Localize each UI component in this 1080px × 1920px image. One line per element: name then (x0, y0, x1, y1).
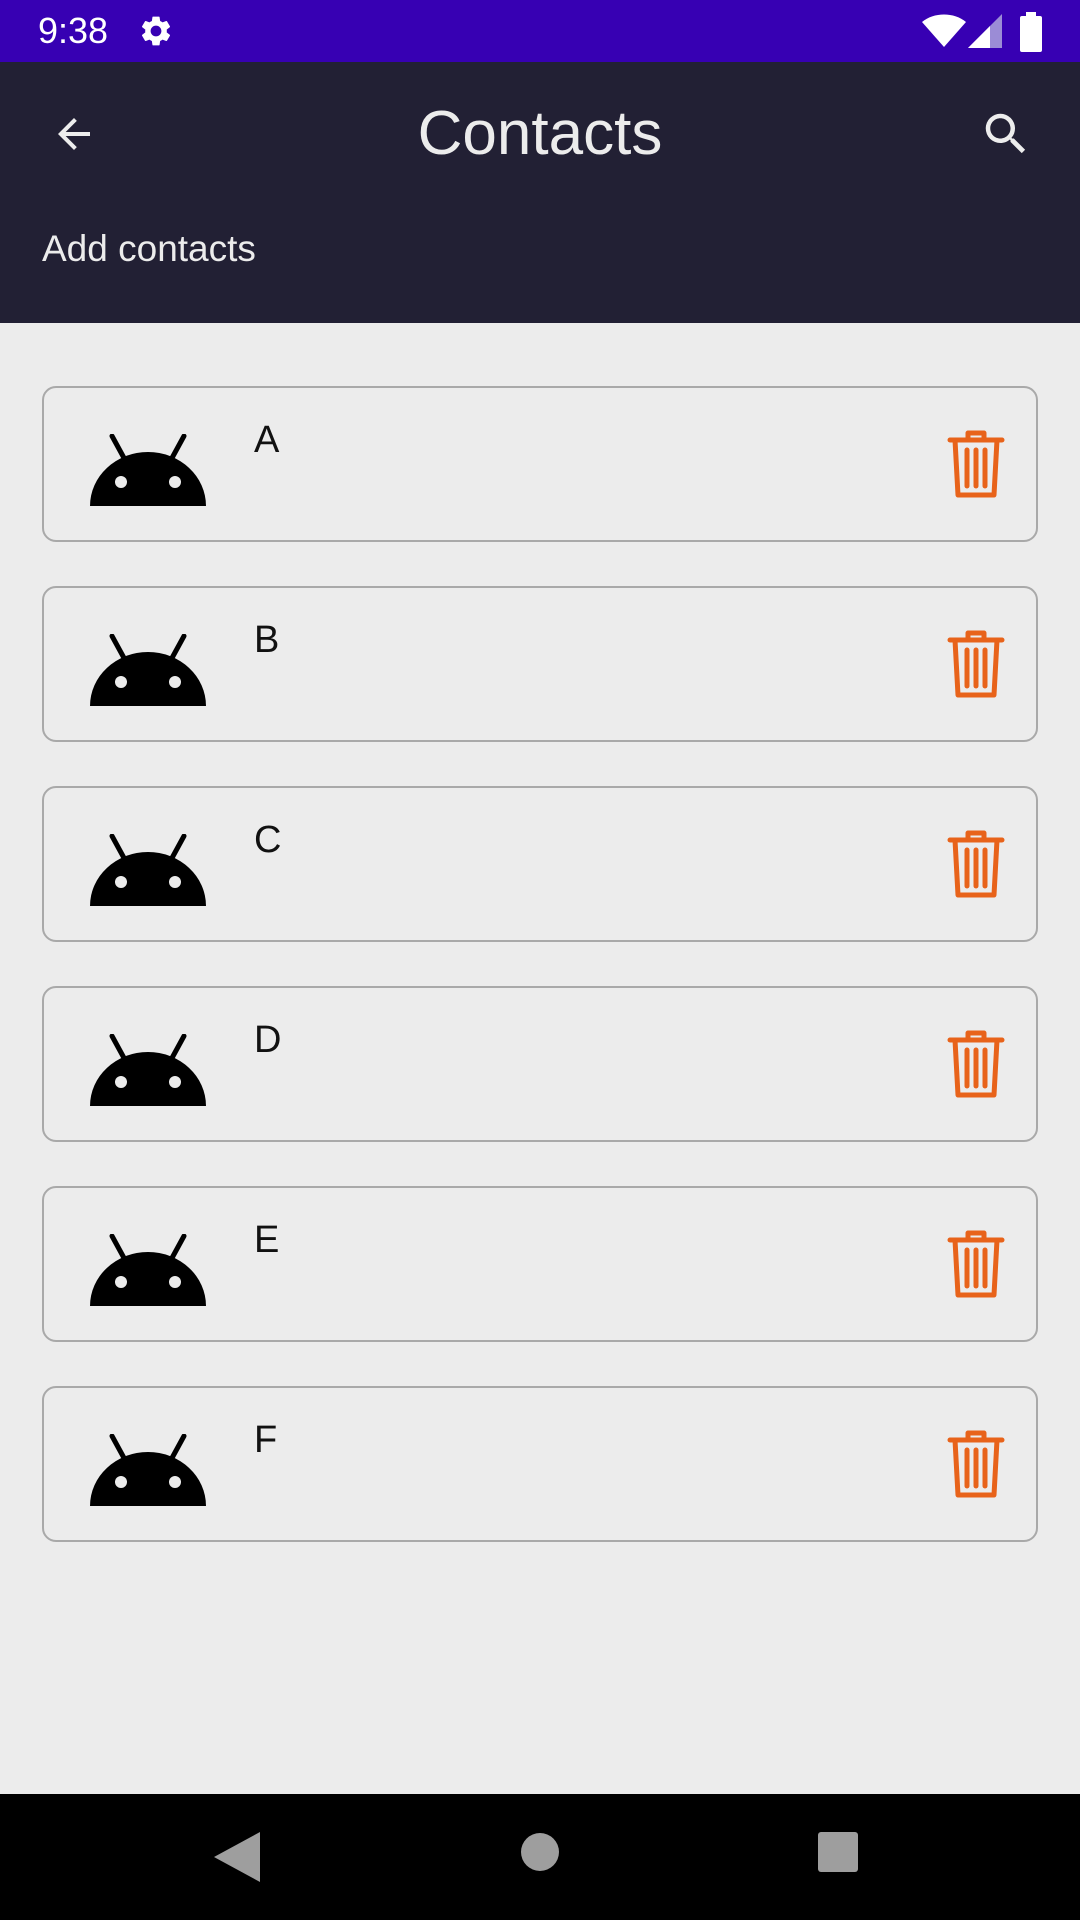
navigation-bar (0, 1794, 1080, 1920)
android-icon (90, 1234, 206, 1306)
delete-button[interactable] (944, 828, 1008, 900)
app-bar: Contacts Add contacts (0, 62, 1080, 323)
contact-card[interactable]: C (42, 786, 1038, 942)
contact-name: A (254, 419, 280, 461)
wifi-icon (922, 14, 966, 47)
contact-card[interactable]: D (42, 986, 1038, 1142)
delete-button[interactable] (944, 628, 1008, 700)
status-bar: 9:38 (0, 0, 1080, 62)
contact-name: C (254, 819, 282, 861)
nav-recents-icon[interactable] (818, 1832, 858, 1872)
search-button[interactable] (970, 98, 1042, 170)
delete-button[interactable] (944, 1228, 1008, 1300)
add-contacts-label: Add contacts (42, 228, 256, 269)
trash-icon (947, 1230, 1005, 1298)
trash-icon (947, 430, 1005, 498)
trash-icon (947, 630, 1005, 698)
nav-home-icon[interactable] (520, 1832, 560, 1872)
contact-name: E (254, 1219, 280, 1261)
android-icon (90, 834, 206, 906)
contact-list: A B C D E F (42, 386, 1038, 1586)
delete-button[interactable] (944, 428, 1008, 500)
page-title: Contacts (417, 99, 663, 168)
search-icon (985, 113, 1026, 154)
nav-back-icon[interactable] (214, 1832, 260, 1882)
delete-button[interactable] (944, 1028, 1008, 1100)
contact-card[interactable]: B (42, 586, 1038, 742)
contact-card[interactable]: A (42, 386, 1038, 542)
contact-name: D (254, 1019, 282, 1061)
contact-card[interactable]: E (42, 1186, 1038, 1342)
android-icon (90, 434, 206, 506)
cell-signal-icon (968, 14, 1002, 48)
contact-name: B (254, 619, 280, 661)
status-time: 9:38 (38, 10, 109, 51)
battery-icon (1020, 12, 1042, 52)
trash-icon (947, 830, 1005, 898)
gear-icon (141, 16, 171, 46)
delete-button[interactable] (944, 1428, 1008, 1500)
trash-icon (947, 1430, 1005, 1498)
android-icon (90, 1034, 206, 1106)
contact-name: F (254, 1419, 278, 1461)
android-icon (90, 634, 206, 706)
contact-card[interactable]: F (42, 1386, 1038, 1542)
trash-icon (947, 1030, 1005, 1098)
android-icon (90, 1434, 206, 1506)
